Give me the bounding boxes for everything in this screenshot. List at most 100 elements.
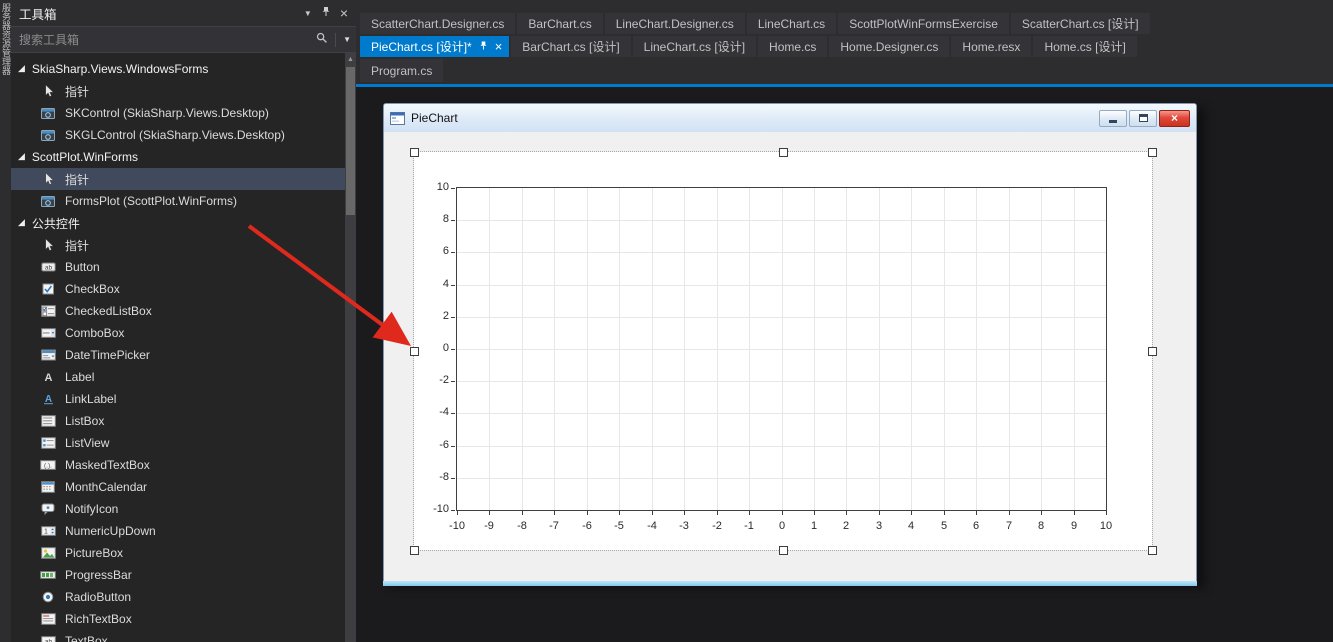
toolbox-item-notifyicon[interactable]: NotifyIcon (11, 498, 345, 520)
grid-line-horizontal (457, 349, 1106, 350)
x-tick-label: -10 (449, 520, 465, 532)
x-tick-label: 2 (842, 520, 850, 532)
tab-piechart.cs[interactable]: PieChart.cs [设计]* × (360, 36, 510, 57)
pin-icon[interactable] (479, 40, 488, 54)
toolbox-item-picturebox[interactable]: PictureBox (11, 542, 345, 564)
toolbox-search-box[interactable]: 搜索工具箱 ▼ (11, 26, 356, 53)
tab-home.cs[interactable]: Home.cs (758, 36, 828, 57)
tab-scottplotwinformsexercise[interactable]: ScottPlotWinFormsExercise (838, 13, 1009, 34)
toolbox-item-checkedlistbox[interactable]: CheckedListBox (11, 300, 345, 322)
formsplot-control[interactable]: -10 -9 -8 -7 -6 -5 -4 -3 -2 -1 0 1 2 3 4 5 6 7 8 9 10 -10 -8 -6… (410, 148, 1157, 555)
toolbox-group-skiasharp.views.windowsforms[interactable]: ◢ SkiaSharp.Views.WindowsForms (11, 58, 345, 80)
toolbox-group-scottplot.winforms[interactable]: ◢ ScottPlot.WinForms (11, 146, 345, 168)
close-button[interactable]: × (1159, 109, 1190, 127)
scrollbar-thumb[interactable] (346, 67, 355, 215)
toolbox-item-skcontrol-skiasharp.views.desktop[interactable]: SKControl (SkiaSharp.Views.Desktop) (11, 102, 345, 124)
form-title: PieChart (411, 111, 458, 125)
toolbox-item-label: NotifyIcon (65, 502, 119, 516)
x-tick-mark (1041, 511, 1042, 515)
selection-handle[interactable] (410, 347, 419, 356)
search-icon[interactable] (316, 32, 328, 47)
tab-home.cs[interactable]: Home.cs [设计] (1033, 36, 1137, 57)
minimize-icon (1109, 120, 1117, 123)
toolbox-titlebar[interactable]: 工具箱 ▼ × (11, 0, 356, 26)
picturebox-icon (40, 547, 56, 559)
tab-scatterchart.designer.cs[interactable]: ScatterChart.Designer.cs (360, 13, 516, 34)
toolbox-item-combobox[interactable]: ComboBox (11, 322, 345, 344)
y-tick-mark (451, 446, 455, 447)
tab-label: Home.Designer.cs (840, 39, 939, 54)
plot-area (456, 187, 1107, 511)
toolbox-item-formsplot-scottplot.winforms[interactable]: FormsPlot (ScottPlot.WinForms) (11, 190, 345, 212)
selection-handle[interactable] (779, 148, 788, 157)
maximize-button[interactable] (1129, 109, 1157, 127)
tab-barchart.cs[interactable]: BarChart.cs [设计] (511, 36, 631, 57)
tab-linechart.designer.cs[interactable]: LineChart.Designer.cs (604, 13, 745, 34)
expander-icon: ◢ (18, 216, 25, 227)
toolbox-item-listview[interactable]: ListView (11, 432, 345, 454)
pin-icon[interactable] (321, 6, 331, 20)
y-tick-label: 0 (442, 342, 449, 354)
toolbox-item-label: FormsPlot (ScottPlot.WinForms) (65, 194, 238, 208)
toolbox-group-item[interactable]: ◢ 公共控件 (11, 212, 345, 234)
form-titlebar[interactable]: PieChart × (384, 104, 1196, 133)
tab-barchart.cs[interactable]: BarChart.cs (517, 13, 603, 34)
x-tick-label: 1 (810, 520, 818, 532)
selection-handle[interactable] (1148, 347, 1157, 356)
toolbox-item-listbox[interactable]: ListBox (11, 410, 345, 432)
toolbox-item-item[interactable]: 指针 (11, 168, 345, 190)
tab-scatterchart.cs[interactable]: ScatterChart.cs [设计] (1010, 13, 1150, 34)
toolbox-item-monthcalendar[interactable]: MonthCalendar (11, 476, 345, 498)
design-form-window[interactable]: PieChart × -10 -9 -8 -7 -6 -5 -4 -3 -2 -1 0 1 2 3 4 5 6 7… (383, 103, 1197, 583)
toolbox-item-checkbox[interactable]: CheckBox (11, 278, 345, 300)
y-tick-label: 4 (442, 278, 449, 290)
tab-linechart.cs[interactable]: LineChart.cs [设计] (632, 36, 757, 57)
scrollbar-up-arrow-icon[interactable]: ▲ (345, 53, 356, 66)
tab-home.resx[interactable]: Home.resx (951, 36, 1032, 57)
toolbox-item-textbox[interactable]: ab TextBox (11, 630, 345, 642)
combobox-icon (40, 327, 56, 339)
close-icon[interactable]: × (340, 6, 348, 20)
tab-program.cs[interactable]: Program.cs (360, 59, 444, 82)
selection-handle[interactable] (410, 148, 419, 157)
toolbox-item-maskedtextbox[interactable]: (.). MaskedTextBox (11, 454, 345, 476)
selection-handle[interactable] (410, 546, 419, 555)
selection-handle[interactable] (1148, 148, 1157, 157)
x-tick-label: 7 (1005, 520, 1013, 532)
toolbox-item-item[interactable]: 指针 (11, 234, 345, 256)
toolbox-item-label[interactable]: A Label (11, 366, 345, 388)
tab-home.designer.cs[interactable]: Home.Designer.cs (829, 36, 950, 57)
toolbox-item-label: 指针 (65, 84, 90, 99)
server-explorer-vertical-tab[interactable]: 服务器资源管理器 (0, 0, 11, 642)
toolbox-scrollbar[interactable]: ▲ (345, 53, 356, 642)
pointer-icon (40, 238, 56, 252)
toolbox-item-datetimepicker[interactable]: DateTimePicker (11, 344, 345, 366)
toolbox-item-label: DateTimePicker (65, 348, 150, 362)
toolbox-item-button[interactable]: ab Button (11, 256, 345, 278)
y-tick-label: 8 (442, 213, 449, 225)
minimize-button[interactable] (1099, 109, 1127, 127)
x-tick-mark (717, 511, 718, 515)
selection-handle[interactable] (1148, 546, 1157, 555)
toolbox-item-skglcontrol-skiasharp.views.desktop[interactable]: SKGLControl (SkiaSharp.Views.Desktop) (11, 124, 345, 146)
window-position-chevron-icon[interactable]: ▼ (304, 9, 312, 18)
tab-label: LineChart.cs (757, 16, 826, 31)
toolbox-item-item[interactable]: 指针 (11, 80, 345, 102)
tab-linechart.cs[interactable]: LineChart.cs (746, 13, 837, 34)
toolbox-item-numericupdown[interactable]: 1 NumericUpDown (11, 520, 345, 542)
selection-handle[interactable] (779, 546, 788, 555)
monthcalendar-icon (40, 481, 56, 493)
toolbox-item-radiobutton[interactable]: RadioButton (11, 586, 345, 608)
search-options-chevron-icon[interactable]: ▼ (343, 35, 351, 44)
toolbox-item-richtextbox[interactable]: RichTextBox (11, 608, 345, 630)
grid-line-horizontal (457, 220, 1106, 221)
designer-surface[interactable]: PieChart × -10 -9 -8 -7 -6 -5 -4 -3 -2 -1 0 1 2 3 4 5 6 7… (356, 87, 1333, 642)
close-icon[interactable]: × (495, 40, 503, 53)
svg-text:ab: ab (44, 265, 52, 272)
form-client-area[interactable]: -10 -9 -8 -7 -6 -5 -4 -3 -2 -1 0 1 2 3 4 5 6 7 8 9 10 -10 -8 -6… (384, 132, 1196, 582)
x-tick-label: -8 (517, 520, 527, 532)
expander-icon: ◢ (18, 150, 25, 161)
toolbox-item-progressbar[interactable]: ProgressBar (11, 564, 345, 586)
toolbox-item-linklabel[interactable]: A LinkLabel (11, 388, 345, 410)
toolbox-item-label: CheckedListBox (65, 304, 152, 318)
